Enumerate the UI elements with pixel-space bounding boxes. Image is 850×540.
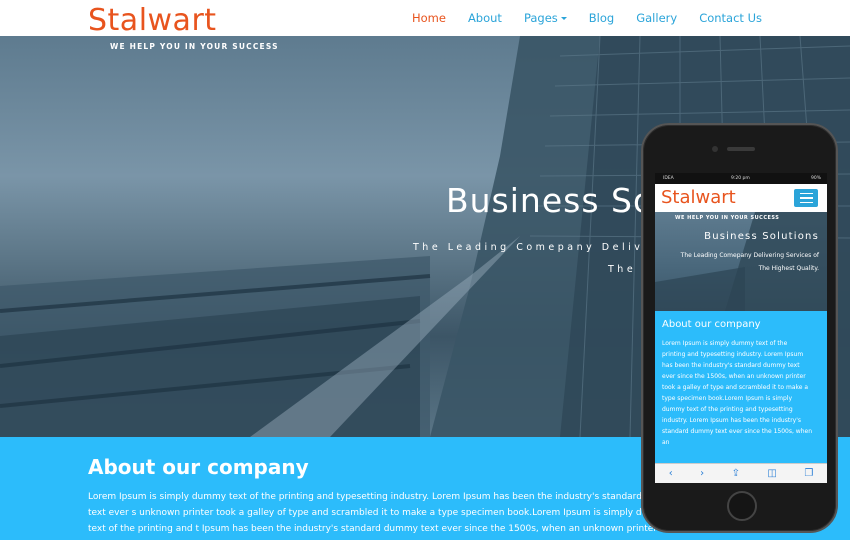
nav-pages-label: Pages bbox=[523, 11, 558, 25]
back-icon[interactable]: ‹ bbox=[669, 468, 673, 479]
mobile-logo[interactable]: Stalwart bbox=[661, 186, 736, 210]
mobile-about-text: Lorem Ipsum is simply dummy text of the … bbox=[662, 340, 812, 446]
about-title: About our company bbox=[88, 455, 309, 479]
mobile-hero: WE HELP YOU IN YOUR SUCCESS Business Sol… bbox=[655, 212, 827, 311]
hero-subtitle-line2: The bbox=[608, 264, 637, 275]
carrier-label: IDEA bbox=[663, 176, 674, 181]
phone-mockup: IDEA 9:20 pm 90% Stalwart WE HELP YOU IN… bbox=[641, 123, 838, 533]
phone-camera bbox=[712, 146, 718, 152]
phone-screen: IDEA 9:20 pm 90% Stalwart WE HELP YOU IN… bbox=[655, 173, 827, 483]
phone-status-bar: IDEA 9:20 pm 90% bbox=[655, 173, 827, 184]
share-icon[interactable]: ⇪ bbox=[732, 468, 740, 479]
site-tagline: WE HELP YOU IN YOUR SUCCESS bbox=[110, 42, 279, 51]
caret-down-icon bbox=[560, 17, 567, 20]
mobile-header: Stalwart bbox=[655, 184, 827, 212]
nav-home[interactable]: Home bbox=[412, 11, 446, 25]
bookmarks-icon[interactable]: ◫ bbox=[767, 468, 776, 479]
mobile-hero-subtitle: The Leading Comepany Delivering Services… bbox=[680, 252, 819, 272]
hamburger-menu-icon[interactable] bbox=[794, 189, 818, 207]
mobile-hero-title: Business Solutions bbox=[704, 231, 819, 242]
tabs-icon[interactable]: ❐ bbox=[804, 468, 813, 479]
about-text: Lorem Ipsum is simply dummy text of the … bbox=[88, 492, 686, 534]
mobile-tagline: WE HELP YOU IN YOUR SUCCESS bbox=[675, 215, 780, 221]
nav-blog[interactable]: Blog bbox=[589, 11, 614, 25]
forward-icon[interactable]: › bbox=[700, 468, 704, 479]
site-logo[interactable]: Stalwart bbox=[88, 3, 217, 39]
safari-toolbar: ‹ › ⇪ ◫ ❐ bbox=[655, 463, 827, 483]
nav-gallery[interactable]: Gallery bbox=[636, 11, 677, 25]
nav-about[interactable]: About bbox=[468, 11, 502, 25]
hero-title: Business So bbox=[446, 181, 655, 220]
battery-label: 90% bbox=[810, 176, 821, 181]
phone-home-button[interactable] bbox=[727, 491, 757, 521]
site-header: Stalwart Home About Pages Blog Gallery C… bbox=[0, 0, 850, 39]
main-nav: Home About Pages Blog Gallery Contact Us bbox=[412, 11, 762, 25]
nav-contact[interactable]: Contact Us bbox=[699, 11, 762, 25]
mobile-about-title: About our company bbox=[662, 319, 761, 330]
status-time: 9:20 pm bbox=[731, 176, 750, 181]
hero-subtitle-line1: The Leading Comepany Delive bbox=[413, 242, 653, 253]
nav-pages[interactable]: Pages bbox=[524, 11, 567, 25]
phone-speaker bbox=[727, 147, 755, 151]
